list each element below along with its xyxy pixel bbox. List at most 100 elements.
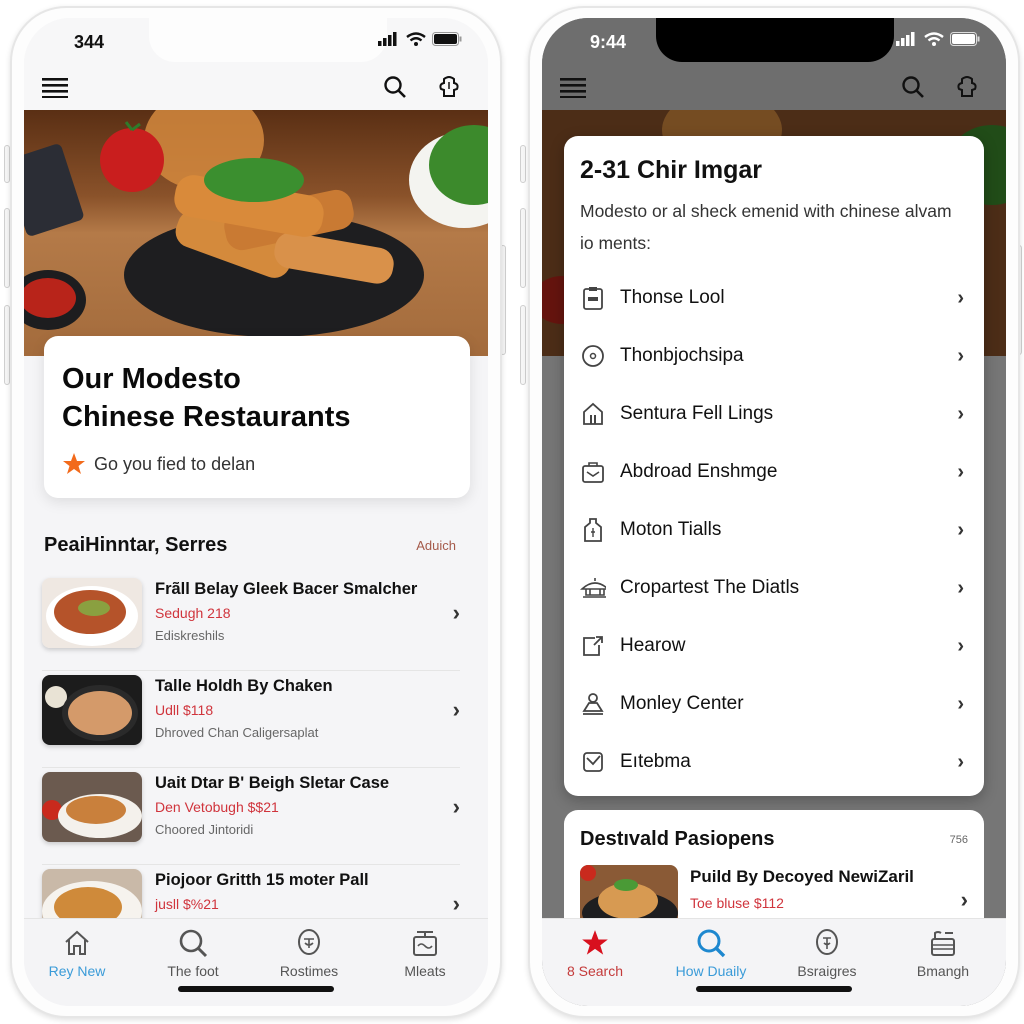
- rating-row: Go you fied to delan: [62, 452, 452, 476]
- pagoda-icon: [580, 575, 606, 601]
- dish-desc: Ediskreshils: [155, 628, 225, 643]
- title-line-2: Chinese Restaurants: [62, 401, 351, 433]
- search-icon: [179, 929, 208, 958]
- dish-price: Toe bluse $112: [690, 895, 784, 911]
- dish-price: Den Vetobugh $$21: [155, 799, 279, 815]
- sheet-title: 2-31 Chir Imgar: [580, 156, 763, 184]
- checkbox-icon: [580, 749, 606, 775]
- chevron-right-icon: ›: [957, 460, 964, 483]
- search-icon[interactable]: [380, 72, 410, 102]
- clipboard-icon: [580, 285, 606, 311]
- tab-rey-new[interactable]: Rey New: [24, 927, 132, 979]
- dish-price: jusll $%21: [155, 896, 219, 912]
- home-indicator[interactable]: [696, 986, 852, 992]
- status-icons: [378, 32, 462, 46]
- option-item[interactable]: Thonse Lool ›: [580, 269, 968, 327]
- silent-switch: [520, 145, 526, 183]
- status-time: 344: [74, 32, 105, 52]
- list-item[interactable]: Talle Holdh By Chaken Udll $118 Dhroved …: [42, 671, 460, 768]
- tab-label: Mleats: [404, 963, 446, 979]
- tab-rostimes[interactable]: Rostimes: [254, 927, 364, 979]
- tab-mleats[interactable]: Mleats: [370, 927, 480, 979]
- person-icon: [580, 691, 606, 717]
- battery-icon: [950, 32, 980, 46]
- subtitle-text: Go you fied to delan: [94, 453, 256, 474]
- option-label: Monley Center: [620, 693, 744, 714]
- section-header: PeaiΗinntar, Serres Aduich: [44, 534, 456, 557]
- badge-icon: [816, 929, 838, 955]
- option-item[interactable]: Eıtebma ›: [580, 733, 968, 791]
- status-bar: 9:44: [542, 18, 1006, 72]
- list-item[interactable]: Uait Dtar B' Beigh Sletar Case Den Vetob…: [42, 768, 460, 865]
- dish-thumbnail: [42, 578, 142, 648]
- menu-icon[interactable]: [40, 72, 70, 102]
- featured-title: Destıvald Pasiopens: [580, 828, 775, 850]
- section-action-link[interactable]: Aduich: [416, 538, 456, 553]
- menu-icon[interactable]: [558, 72, 588, 102]
- chevron-right-icon: ›: [957, 344, 964, 367]
- status-bar: 344: [24, 18, 488, 72]
- chef-icon[interactable]: [952, 72, 982, 102]
- chevron-right-icon[interactable]: ›: [453, 600, 460, 626]
- list-item[interactable]: Frãll Belay Gleek Bacer Smalcher Sedugh …: [42, 574, 460, 671]
- search-icon: [697, 929, 726, 958]
- chef-icon[interactable]: [434, 72, 464, 102]
- tab-label: 8 Search: [566, 963, 624, 979]
- tab-bsraigres[interactable]: Bsraigres: [772, 927, 882, 979]
- option-item[interactable]: Cropartest The Diatls ›: [580, 559, 968, 617]
- tray-icon: [413, 931, 437, 956]
- bag-icon: [580, 459, 606, 485]
- option-label: Eıtebma: [620, 751, 691, 772]
- option-label: Hearow: [620, 635, 686, 656]
- tab-search[interactable]: 8 Search: [542, 927, 650, 979]
- tab-how-duaily[interactable]: How Duaily: [656, 927, 766, 979]
- chevron-right-icon: ›: [957, 576, 964, 599]
- star-icon: [582, 930, 608, 955]
- dish-name: Talle Holdh By Chaken: [155, 677, 333, 695]
- dish-thumbnail: [42, 675, 142, 745]
- badge-icon: [298, 929, 320, 955]
- sheet-description: Modesto or al sheck emenid with chinese …: [580, 201, 952, 253]
- tab-label: Bsraigres: [797, 963, 857, 979]
- chevron-right-icon[interactable]: ›: [961, 887, 968, 913]
- search-icon[interactable]: [898, 72, 928, 102]
- option-label: Sentura Fell Lings: [620, 403, 774, 424]
- option-item[interactable]: Sentura Fell Lings ›: [580, 385, 968, 443]
- chevron-right-icon[interactable]: ›: [453, 697, 460, 723]
- chevron-right-icon: ›: [957, 634, 964, 657]
- chevron-right-icon[interactable]: ›: [453, 794, 460, 820]
- dish-desc: Dhroved Chan Caligersaplat: [155, 725, 319, 740]
- bottle-icon: [580, 517, 606, 543]
- screen-menu-sheet: 9:44 2-31 Chir Imgar Modesto or al sheck…: [542, 18, 1006, 1006]
- screen-home: 344 Our Modesto Chinese Restaurants Go y…: [24, 18, 488, 1006]
- tab-the-foot[interactable]: The foot: [138, 927, 248, 979]
- chevron-right-icon: ›: [957, 518, 964, 541]
- phone-right: 9:44 2-31 Chir Imgar Modesto or al sheck…: [528, 6, 1020, 1018]
- tab-label: How Duaily: [675, 963, 747, 979]
- chevron-right-icon[interactable]: ›: [453, 891, 460, 917]
- wifi-icon: [924, 32, 944, 46]
- volume-up-button: [520, 208, 526, 288]
- option-item[interactable]: Moton Tialls ›: [580, 501, 968, 559]
- hero-food-image: [24, 110, 488, 356]
- nav-bar: [24, 72, 488, 110]
- status-icons: [896, 32, 980, 46]
- tab-bmangh[interactable]: Bmangh: [888, 927, 998, 979]
- chevron-right-icon: ›: [957, 750, 964, 773]
- home-indicator[interactable]: [178, 986, 334, 992]
- star-icon: [63, 453, 85, 474]
- wifi-icon: [406, 32, 426, 46]
- tab-label: Rey New: [48, 963, 106, 979]
- notch: [656, 18, 894, 62]
- option-item[interactable]: Thonbjochsipa ›: [580, 327, 968, 385]
- battery-icon: [432, 32, 462, 46]
- option-item[interactable]: Abdroad Enshmge ›: [580, 443, 968, 501]
- dish-price: Sedugh 218: [155, 605, 231, 621]
- dish-price: Udll $118: [155, 702, 214, 718]
- register-icon: [931, 931, 955, 956]
- house-icon: [580, 401, 606, 427]
- option-item[interactable]: Hearow ›: [580, 617, 968, 675]
- target-icon: [580, 343, 606, 369]
- chevron-right-icon: ›: [957, 286, 964, 309]
- option-item[interactable]: Monley Center ›: [580, 675, 968, 733]
